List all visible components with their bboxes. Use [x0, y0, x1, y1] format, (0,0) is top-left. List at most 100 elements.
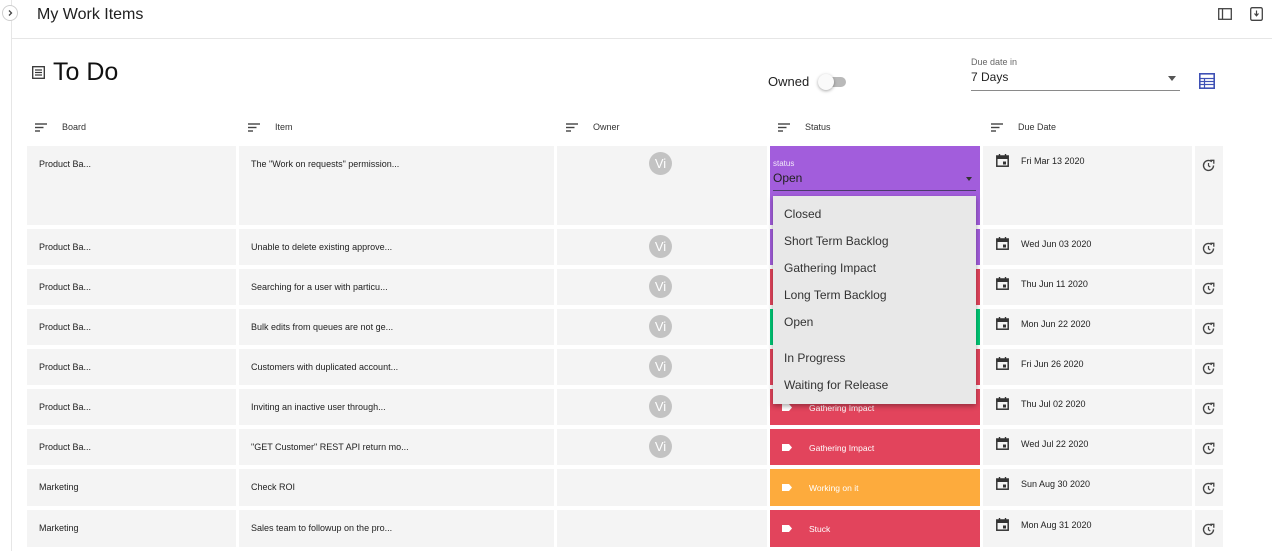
item-name: "GET Customer" REST API return mo... [251, 442, 409, 452]
sort-icon [778, 123, 790, 132]
table-row: Product Ba... "GET Customer" REST API re… [27, 429, 1223, 465]
refresh-button[interactable] [1195, 229, 1223, 265]
tag-icon [782, 404, 792, 411]
calendar-icon [996, 518, 1009, 531]
due-date-cell[interactable]: Sun Aug 30 2020 [983, 469, 1192, 506]
table-row: Product Ba... Bulk edits from queues are… [27, 309, 1223, 345]
due-date-text: Fri Jun 26 2020 [1021, 359, 1084, 369]
table-row: Product Ba... Customers with duplicated … [27, 349, 1223, 385]
status-label: Gathering Impact [809, 403, 875, 413]
item-cell[interactable]: Bulk edits from queues are not ge... [239, 309, 554, 345]
due-date-text: Thu Jun 11 2020 [1021, 279, 1088, 289]
column-header-status[interactable]: Status [777, 117, 831, 137]
status-option-open[interactable]: Open [784, 315, 813, 329]
refresh-button[interactable] [1195, 429, 1223, 465]
item-cell[interactable]: Unable to delete existing approve... [239, 229, 554, 265]
refresh-icon [1202, 442, 1215, 455]
sidebar-panel-button[interactable] [1217, 6, 1233, 22]
calendar-icon [996, 357, 1009, 370]
exit-button[interactable] [1248, 6, 1264, 22]
due-date-cell[interactable]: Wed Jul 22 2020 [983, 429, 1192, 465]
refresh-button[interactable] [1195, 510, 1223, 547]
column-header-board[interactable]: Board [34, 117, 86, 137]
exit-icon [1249, 7, 1263, 21]
item-cell[interactable]: Searching for a user with particu... [239, 269, 554, 305]
due-date-cell[interactable]: Mon Aug 31 2020 [983, 510, 1192, 547]
top-bar: My Work Items [12, 0, 1272, 39]
status-option-gathering-impact[interactable]: Gathering Impact [784, 261, 876, 275]
table-row: Product Ba... Inviting an inactive user … [27, 389, 1223, 425]
item-cell[interactable]: "GET Customer" REST API return mo... [239, 429, 554, 465]
chevron-right-icon [8, 10, 13, 16]
status-label: Stuck [809, 524, 831, 534]
item-name: Sales team to followup on the pro... [251, 523, 393, 533]
status-option-closed[interactable]: Closed [784, 207, 821, 221]
refresh-button[interactable] [1195, 469, 1223, 506]
status-option-long-term-backlog[interactable]: Long Term Backlog [784, 288, 887, 302]
owned-toggle[interactable] [818, 74, 848, 90]
refresh-button[interactable] [1195, 309, 1223, 345]
tag-icon [782, 525, 792, 532]
column-header-label: Item [275, 122, 293, 132]
item-name: Searching for a user with particu... [251, 282, 388, 292]
column-header-label: Board [62, 122, 87, 132]
due-date-cell[interactable]: Wed Jun 03 2020 [983, 229, 1192, 265]
status-label: Gathering Impact [809, 443, 875, 453]
status-cell[interactable]: Working on it [770, 469, 980, 506]
table-row: Product Ba... Searching for a user with … [27, 269, 1223, 305]
sort-icon [35, 123, 47, 132]
column-header-due-date[interactable]: Due Date [990, 117, 1056, 137]
status-cell[interactable]: Gathering Impact [770, 429, 980, 465]
column-header-owner[interactable]: Owner [565, 117, 620, 137]
expand-sidebar-button[interactable] [2, 5, 18, 21]
column-header-item[interactable]: Item [247, 117, 293, 137]
owned-label: Owned [768, 74, 810, 89]
due-date-select[interactable]: Due date in 7 Days [971, 55, 1180, 91]
due-date-cell[interactable]: Fri Mar 13 2020 [983, 146, 1192, 225]
table-row: Product Ba... The "Work on requests" per… [27, 146, 1223, 225]
item-cell[interactable]: Sales team to followup on the pro... [239, 510, 554, 547]
sort-icon [248, 123, 260, 132]
due-date-cell[interactable]: Mon Jun 22 2020 [983, 309, 1192, 345]
avatar: Vi [649, 235, 672, 258]
due-date-text: Fri Mar 13 2020 [1021, 156, 1085, 166]
board-name: Product Ba... [39, 322, 92, 332]
tag-icon [782, 484, 792, 491]
refresh-button[interactable] [1195, 269, 1223, 305]
status-option-in-progress[interactable]: In Progress [784, 351, 845, 365]
calendar-icon [996, 317, 1009, 330]
item-name: The "Work on requests" permission... [251, 159, 400, 169]
refresh-icon [1202, 523, 1215, 536]
item-cell[interactable]: Inviting an inactive user through... [239, 389, 554, 425]
board-name: Product Ba... [39, 362, 92, 372]
sort-icon [566, 123, 578, 132]
page-header: To Do [32, 58, 118, 87]
status-cell[interactable]: Stuck [770, 510, 980, 547]
column-header-label: Owner [593, 122, 620, 132]
refresh-button[interactable] [1195, 389, 1223, 425]
board-name: Marketing [39, 523, 79, 533]
status-option-waiting-for-release[interactable]: Waiting for Release [784, 378, 888, 392]
status-dropdown-menu: Closed Short Term Backlog Gathering Impa… [773, 196, 976, 404]
table-row: Marketing Sales team to followup on the … [27, 510, 1223, 547]
board-name: Product Ba... [39, 159, 92, 169]
item-cell[interactable]: Customers with duplicated account... [239, 349, 554, 385]
refresh-button[interactable] [1195, 146, 1223, 225]
calendar-icon [996, 477, 1009, 490]
sidebar-panel-icon [1218, 8, 1232, 20]
chevron-down-icon[interactable] [966, 177, 972, 181]
avatar: Vi [649, 152, 672, 175]
board-name: Product Ba... [39, 242, 92, 252]
item-name: Customers with duplicated account... [251, 362, 399, 372]
due-date-text: Sun Aug 30 2020 [1021, 479, 1091, 489]
table-view-button[interactable] [1197, 71, 1217, 91]
refresh-icon [1202, 242, 1215, 255]
due-date-cell[interactable]: Thu Jul 02 2020 [983, 389, 1192, 425]
refresh-button[interactable] [1195, 349, 1223, 385]
status-field-value[interactable]: Open [773, 171, 802, 185]
due-date-cell[interactable]: Thu Jun 11 2020 [983, 269, 1192, 305]
due-date-cell[interactable]: Fri Jun 26 2020 [983, 349, 1192, 385]
status-option-short-term-backlog[interactable]: Short Term Backlog [784, 234, 889, 248]
item-cell[interactable]: Check ROI [239, 469, 554, 506]
item-cell[interactable]: The "Work on requests" permission... [239, 146, 554, 225]
